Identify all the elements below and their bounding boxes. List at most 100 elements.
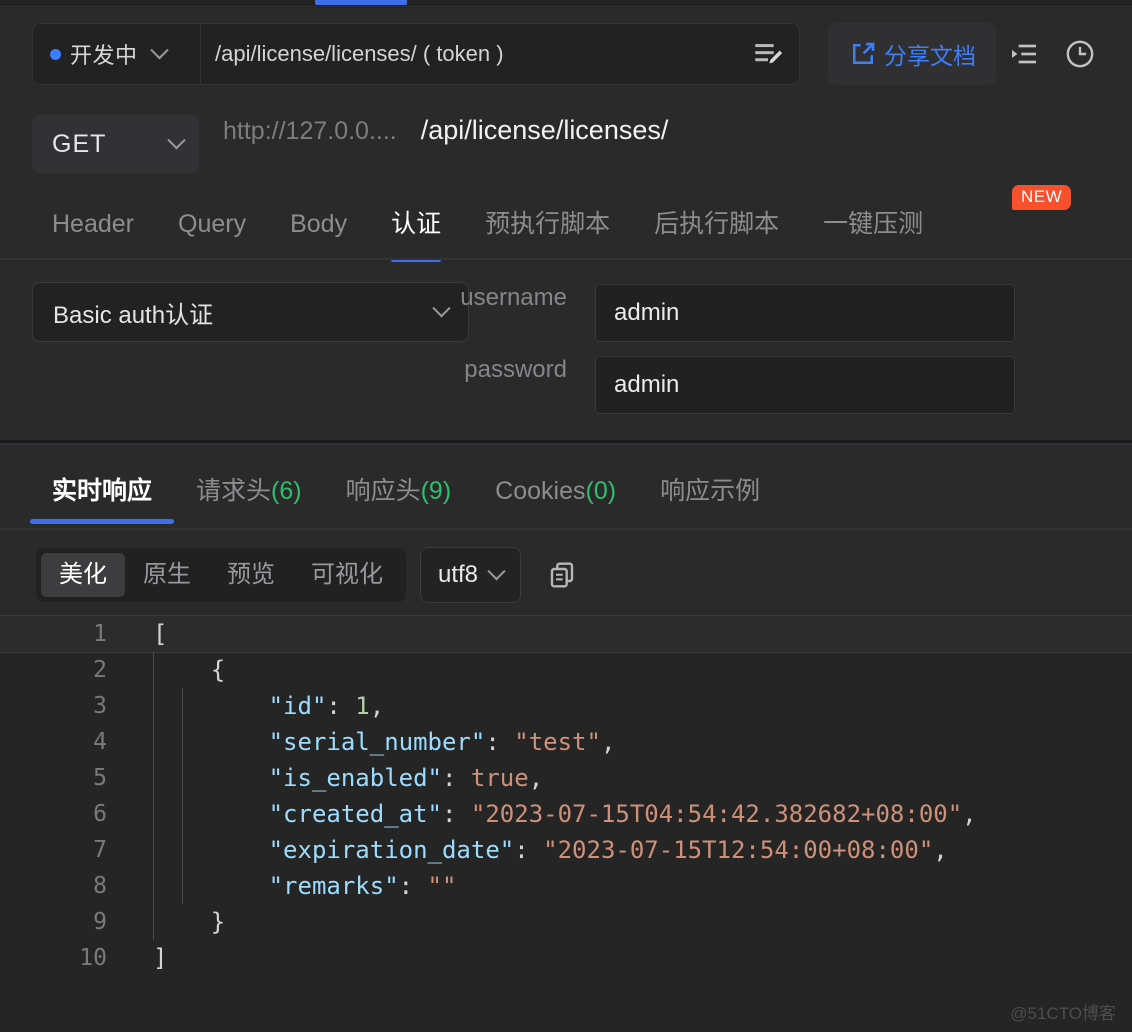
new-badge: NEW bbox=[1012, 185, 1072, 210]
api-status-dropdown[interactable]: 开发中 bbox=[33, 24, 201, 84]
tab-live-response[interactable]: 实时响应 bbox=[30, 445, 175, 532]
format-mode-visualize[interactable]: 可视化 bbox=[293, 553, 401, 597]
tab-pre-script[interactable]: 预执行脚本 bbox=[463, 188, 632, 260]
tab-response-example[interactable]: 响应示例 bbox=[638, 445, 782, 532]
tab-request-headers-label: 请求头 bbox=[196, 477, 272, 505]
http-method-select[interactable]: GET bbox=[32, 115, 199, 173]
code-text: "remarks": "" bbox=[268, 872, 457, 900]
api-name-box: 开发中 /api/license/licenses/ ( token ) bbox=[32, 23, 800, 85]
line-number-row: 10 bbox=[0, 940, 135, 976]
tab-query[interactable]: Query bbox=[156, 188, 268, 260]
code-text: "serial_number": "test", bbox=[268, 728, 616, 756]
code-content[interactable]: [ { "id": 1, "serial_number": "test", "i… bbox=[135, 615, 1132, 1032]
line-number: 7 bbox=[93, 837, 107, 863]
code-line[interactable]: "id": 1, bbox=[135, 688, 1132, 724]
format-mode-group: 美化 原生 预览 可视化 bbox=[36, 548, 406, 602]
url-path: /api/license/licenses/ bbox=[420, 115, 669, 145]
line-number: 2 bbox=[93, 657, 107, 683]
tab-response-headers[interactable]: 响应头(9) bbox=[324, 445, 474, 532]
code-text: ] bbox=[153, 944, 168, 972]
code-line[interactable]: "is_enabled": true, bbox=[135, 760, 1132, 796]
password-row: password admin bbox=[372, 356, 1015, 414]
url-host: http://127.0.0.... bbox=[223, 117, 397, 145]
copy-icon[interactable] bbox=[539, 549, 585, 601]
share-doc-button[interactable]: 分享文档 bbox=[828, 23, 996, 85]
status-dot-icon bbox=[50, 48, 61, 60]
api-client-window: 开发中 /api/license/licenses/ ( token ) 分享文… bbox=[0, 0, 1132, 1032]
watermark: @51CTO博客 bbox=[1010, 1004, 1116, 1023]
tab-auth[interactable]: 认证 bbox=[369, 188, 463, 262]
tab-response-headers-label: 响应头 bbox=[345, 477, 421, 505]
tab-header[interactable]: Header bbox=[30, 188, 156, 260]
list-indent-icon[interactable] bbox=[996, 23, 1052, 85]
clock-icon[interactable] bbox=[1052, 23, 1108, 85]
tab-cookies-count: (0) bbox=[585, 477, 617, 505]
code-line[interactable]: ] bbox=[135, 940, 1132, 976]
code-line[interactable]: [ bbox=[135, 615, 1132, 653]
response-code-editor[interactable]: 1 2 3 4 5 6 7 8 9 10 [ { "id": 1, "serial_number"… bbox=[0, 615, 1132, 1032]
code-text: "created_at": "2023-07-15T04:54:42.38268… bbox=[268, 800, 977, 828]
response-tabs: 实时响应 请求头(6) 响应头(9) Cookies(0) 响应示例 bbox=[0, 445, 1132, 532]
line-number: 5 bbox=[93, 765, 107, 791]
code-line[interactable]: { bbox=[135, 652, 1132, 688]
code-line[interactable]: } bbox=[135, 904, 1132, 940]
auth-panel: Basic auth认证 username admin password adm… bbox=[0, 262, 1132, 440]
response-tabs-divider bbox=[0, 528, 1132, 530]
password-label: password bbox=[464, 356, 567, 383]
format-mode-raw[interactable]: 原生 bbox=[125, 553, 209, 597]
code-text: { bbox=[153, 656, 226, 684]
username-input[interactable]: admin bbox=[595, 284, 1015, 342]
username-label: username bbox=[460, 284, 567, 311]
format-mode-pretty[interactable]: 美化 bbox=[41, 553, 125, 597]
tab-cookies-label: Cookies bbox=[495, 477, 586, 505]
api-status-label: 开发中 bbox=[70, 43, 138, 68]
line-number-row: 3 bbox=[0, 688, 135, 724]
format-toolbar: 美化 原生 预览 可视化 utf8 bbox=[0, 534, 1132, 616]
request-header-bar: 开发中 /api/license/licenses/ ( token ) 分享文… bbox=[0, 8, 1132, 100]
code-line[interactable]: "created_at": "2023-07-15T04:54:42.38268… bbox=[135, 796, 1132, 832]
format-mode-preview[interactable]: 预览 bbox=[209, 553, 293, 597]
code-line[interactable]: "expiration_date": "2023-07-15T12:54:00+… bbox=[135, 832, 1132, 868]
code-text: [ bbox=[153, 620, 168, 648]
line-number-row: 8 bbox=[0, 868, 135, 904]
auth-type-value: Basic auth认证 bbox=[53, 301, 214, 329]
line-number-row: 2 bbox=[0, 652, 135, 688]
share-icon bbox=[848, 39, 878, 69]
password-input[interactable]: admin bbox=[595, 356, 1015, 414]
tab-post-script[interactable]: 后执行脚本 bbox=[632, 188, 801, 260]
line-number-row: 5 bbox=[0, 760, 135, 796]
tab-response-headers-count: (9) bbox=[420, 477, 452, 505]
http-method-label: GET bbox=[52, 129, 107, 158]
share-doc-label: 分享文档 bbox=[884, 43, 976, 69]
line-number-row: 1 bbox=[0, 615, 135, 653]
code-line[interactable]: "remarks": "" bbox=[135, 868, 1132, 904]
line-number-row: 9 bbox=[0, 904, 135, 940]
username-row: username admin bbox=[372, 284, 1015, 342]
tab-request-headers-count: (6) bbox=[271, 477, 302, 505]
encoding-select[interactable]: utf8 bbox=[420, 547, 522, 603]
api-name-label[interactable]: /api/license/licenses/ ( token ) bbox=[201, 41, 737, 67]
line-number: 8 bbox=[93, 873, 107, 899]
tab-stress-test[interactable]: 一键压测 bbox=[801, 188, 945, 260]
active-tab-indicator bbox=[315, 0, 407, 5]
tab-strip-divider bbox=[0, 6, 1132, 7]
code-text: "id": 1, bbox=[268, 692, 385, 720]
line-number-row: 7 bbox=[0, 832, 135, 868]
tab-request-headers[interactable]: 请求头(6) bbox=[174, 445, 324, 532]
code-text: "is_enabled": true, bbox=[268, 764, 544, 792]
top-tab-strip bbox=[0, 0, 1132, 8]
chevron-down-icon bbox=[487, 561, 506, 580]
code-line[interactable]: "serial_number": "test", bbox=[135, 724, 1132, 760]
tab-cookies[interactable]: Cookies(0) bbox=[473, 445, 638, 532]
edit-icon[interactable] bbox=[737, 37, 799, 71]
url-input[interactable]: http://127.0.0.... /api/license/licenses… bbox=[199, 115, 1132, 173]
tab-body[interactable]: Body bbox=[268, 188, 369, 260]
line-number: 6 bbox=[93, 801, 107, 827]
encoding-value: utf8 bbox=[438, 561, 479, 588]
line-number-row: 4 bbox=[0, 724, 135, 760]
line-number: 4 bbox=[93, 729, 107, 755]
code-text: "expiration_date": "2023-07-15T12:54:00+… bbox=[268, 836, 948, 864]
chevron-down-icon bbox=[167, 130, 186, 149]
request-tabs-divider bbox=[0, 258, 1132, 260]
line-number-gutter: 1 2 3 4 5 6 7 8 9 10 bbox=[0, 615, 135, 1032]
